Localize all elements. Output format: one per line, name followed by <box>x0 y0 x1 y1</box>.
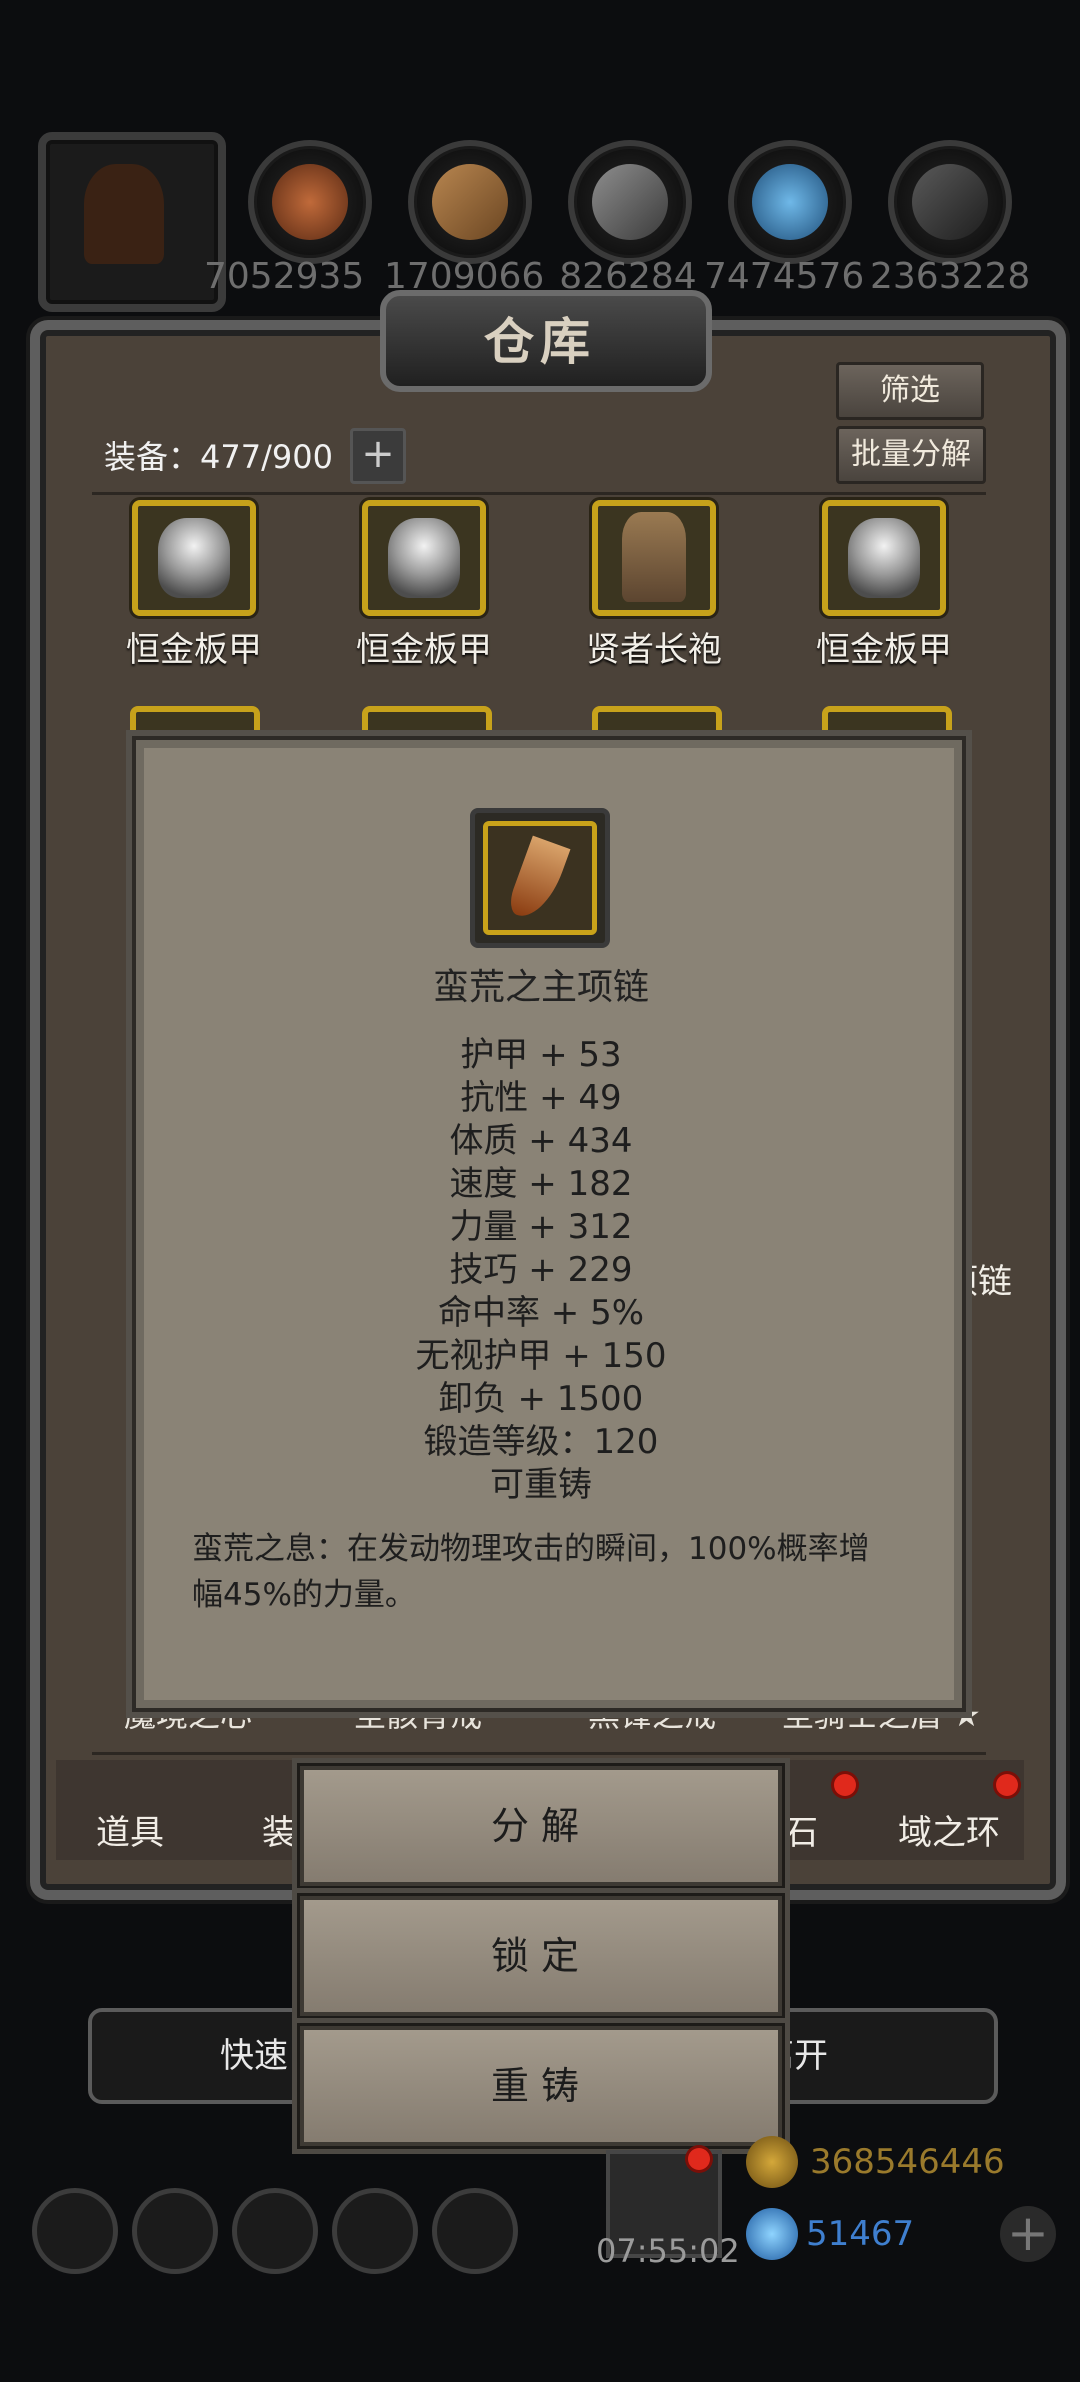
filter-button[interactable]: 筛选 <box>836 362 984 420</box>
notification-dot <box>996 1774 1018 1796</box>
resource-count-coal: 2363228 <box>870 256 1031 297</box>
gold-coin-icon <box>746 2136 798 2188</box>
item-description: 蛮荒之息：在发动物理攻击的瞬间，100%概率增幅45%的力量。 <box>192 1531 870 1613</box>
robe-icon <box>592 500 716 616</box>
item-name: 恒金板甲 <box>816 630 952 670</box>
stats-list: 护甲 + 53 抗性 + 49 体质 + 434 速度 + 182 力量 + 3… <box>136 1034 946 1507</box>
lock-button[interactable]: 锁定 <box>300 1896 782 2016</box>
mail-icon[interactable] <box>332 2188 418 2274</box>
hero-portrait-icon[interactable] <box>38 132 226 312</box>
crystal-icon[interactable] <box>728 140 852 264</box>
iron-icon[interactable] <box>568 140 692 264</box>
resource-count-meat: 7052935 <box>204 256 365 297</box>
recast-button[interactable]: 重铸 <box>300 2026 782 2146</box>
divider <box>92 1752 986 1755</box>
tab-ring[interactable]: 域之环 <box>898 1805 1000 1854</box>
stat-line: 无视护甲 + 150 <box>415 1336 667 1376</box>
item-name: 贤者长袍 <box>586 630 722 670</box>
batch-decompose-button[interactable]: 批量分解 <box>836 426 986 484</box>
stat-line: 速度 + 182 <box>449 1164 633 1204</box>
equipment-count: 装备：477/900 <box>104 438 333 476</box>
stat-line: 卸负 + 1500 <box>438 1379 644 1419</box>
map-icon[interactable] <box>432 2188 518 2274</box>
gift-timer: 07:55:02 <box>596 2232 740 2270</box>
stat-line: 体质 + 434 <box>449 1121 633 1161</box>
settings-icon[interactable] <box>32 2188 118 2274</box>
stat-line: 力量 + 312 <box>449 1207 633 1247</box>
item-slot[interactable]: 贤者长袍 <box>554 500 754 671</box>
stat-line: 可重铸 <box>490 1465 592 1505</box>
stat-line: 抗性 + 49 <box>460 1078 622 1118</box>
expand-capacity-button[interactable]: + <box>350 428 406 484</box>
item-slot[interactable]: 恒金板甲 <box>324 500 524 671</box>
meat-icon[interactable] <box>248 140 372 264</box>
necklace-tooth-icon <box>505 835 571 925</box>
stat-line: 护甲 + 53 <box>460 1035 622 1075</box>
decompose-button[interactable]: 分解 <box>300 1766 782 1886</box>
resource-count-crystal: 7474576 <box>704 256 865 297</box>
stat-line: 锻造等级：120 <box>423 1422 659 1462</box>
notification-dot <box>688 2148 710 2170</box>
coal-icon[interactable] <box>888 140 1012 264</box>
item-name: 恒金板甲 <box>126 630 262 670</box>
quick-button-left[interactable]: 快速 <box>220 2028 288 2077</box>
item-slot[interactable]: 恒金板甲 <box>94 500 294 671</box>
item-preview <box>470 808 610 948</box>
armor-icon <box>362 500 486 616</box>
achievement-icon[interactable] <box>132 2188 218 2274</box>
gold-amount: 368546446 <box>810 2142 1005 2182</box>
armor-icon <box>132 500 256 616</box>
tab-props[interactable]: 道具 <box>96 1805 164 1854</box>
add-currency-button[interactable]: + <box>1000 2206 1056 2262</box>
item-title: 蛮荒之主项链 <box>432 967 649 1008</box>
item-slot[interactable]: 恒金板甲 <box>784 500 984 671</box>
stat-line: 命中率 + 5% <box>437 1293 645 1333</box>
stat-line: 技巧 + 229 <box>449 1250 633 1290</box>
guild-icon[interactable] <box>232 2188 318 2274</box>
diamond-amount: 51467 <box>806 2214 915 2254</box>
item-name: 恒金板甲 <box>356 630 492 670</box>
divider <box>92 492 986 495</box>
wood-icon[interactable] <box>408 140 532 264</box>
page-title: 仓库 <box>484 313 596 371</box>
diamond-icon <box>746 2208 798 2260</box>
armor-icon <box>822 500 946 616</box>
notification-dot <box>834 1774 856 1796</box>
tab-equipment[interactable]: 装 <box>262 1805 296 1854</box>
